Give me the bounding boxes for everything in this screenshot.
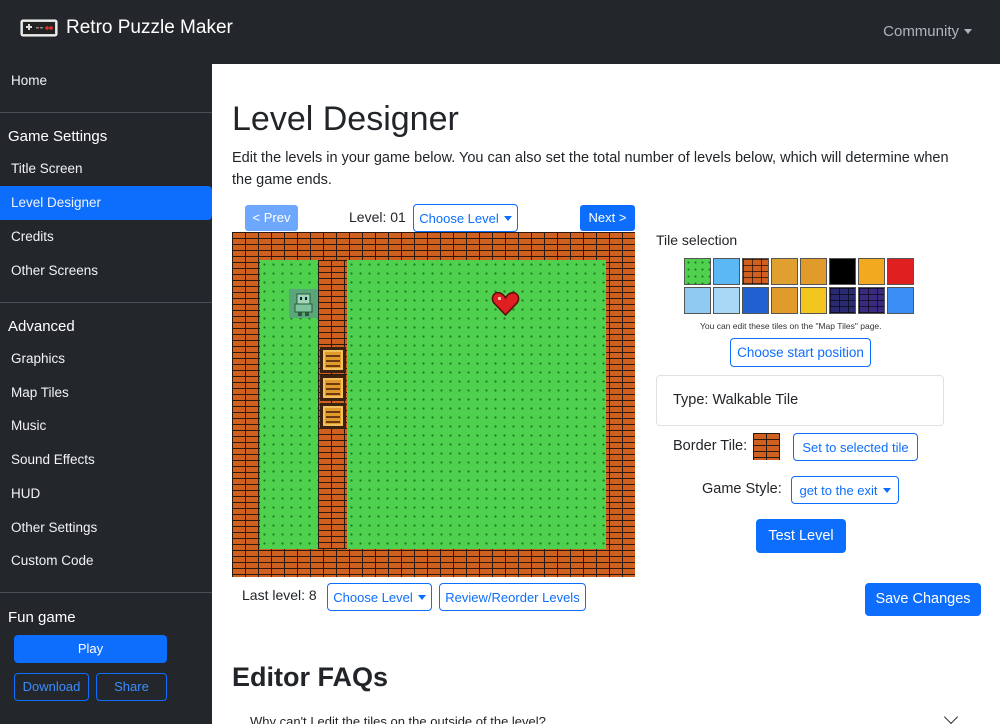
community-dropdown[interactable]: Community — [883, 23, 972, 40]
community-label: Community — [883, 23, 959, 40]
current-level-label: Level: 01 — [349, 209, 406, 225]
tile-selection-heading: Tile selection — [656, 232, 738, 248]
review-reorder-levels-button[interactable]: Review/Reorder Levels — [439, 583, 586, 611]
border-tile-label: Border Tile: — [673, 438, 748, 454]
water-tile[interactable] — [887, 287, 914, 314]
glass-tile[interactable] — [713, 287, 740, 314]
caret-down-icon — [503, 215, 512, 221]
ice-tile[interactable] — [713, 258, 740, 285]
sidebar-divider — [0, 302, 212, 303]
download-button[interactable]: Download — [14, 673, 89, 701]
grass-area-main[interactable] — [347, 260, 606, 549]
locked-crate-tile[interactable] — [771, 287, 798, 314]
sidebar-heading-advanced: Advanced — [8, 318, 75, 335]
sidebar-item-hud[interactable]: HUD — [0, 477, 212, 511]
page-title: Level Designer — [232, 100, 459, 138]
choose-level-dropdown[interactable]: Choose Level — [413, 204, 518, 232]
tile-type-label: Type: Walkable Tile — [673, 392, 799, 408]
sidebar-item-other-screens[interactable]: Other Screens — [0, 254, 212, 288]
heart-tile[interactable] — [887, 258, 914, 285]
caret-down-icon — [417, 594, 426, 600]
brand[interactable]: Retro Puzzle Maker — [20, 17, 233, 39]
next-level-button[interactable]: Next > — [580, 205, 635, 231]
sidebar-item-level-designer[interactable]: Level Designer — [0, 186, 212, 220]
tiles-edit-note: You can edit these tiles on the "Map Til… — [700, 321, 882, 331]
play-button[interactable]: Play — [14, 635, 167, 663]
crate-tile[interactable] — [320, 403, 346, 429]
test-level-button[interactable]: Test Level — [756, 519, 846, 553]
set-selected-tile-button[interactable]: Set to selected tile — [793, 433, 918, 461]
choose-start-position-button[interactable]: Choose start position — [730, 338, 871, 367]
last-level-dropdown[interactable]: Choose Level — [327, 583, 432, 611]
sidebar-heading-fun-game: Fun game — [8, 609, 76, 626]
sidebar-item-home[interactable]: Home — [0, 64, 212, 98]
game-style-value: get to the exit — [799, 482, 878, 498]
chevron-down-icon[interactable] — [943, 709, 959, 724]
sidebar-item-map-tiles[interactable]: Map Tiles — [0, 376, 212, 410]
sidebar-item-music[interactable]: Music — [0, 409, 212, 443]
purple-brick-tile[interactable] — [858, 287, 885, 314]
sidebar: Home Game Settings Title Screen Level De… — [0, 64, 212, 724]
app-title: Retro Puzzle Maker — [66, 17, 233, 38]
level-grid[interactable] — [232, 232, 635, 577]
sidebar-divider — [0, 592, 212, 593]
void-tile[interactable] — [829, 258, 856, 285]
sidebar-heading-game-settings: Game Settings — [8, 128, 108, 145]
grass-tile[interactable] — [684, 258, 711, 285]
sidebar-divider — [0, 112, 212, 113]
brick-tile[interactable] — [742, 258, 769, 285]
gamepad-icon — [20, 17, 58, 39]
caret-down-icon — [964, 29, 972, 34]
spike-block-tile[interactable] — [771, 258, 798, 285]
player-start-icon[interactable] — [289, 289, 318, 318]
dark-brick-tile[interactable] — [829, 287, 856, 314]
sidebar-item-credits[interactable]: Credits — [0, 220, 212, 254]
sidebar-item-custom-code[interactable]: Custom Code — [0, 544, 212, 578]
blue-pedestal-tile[interactable] — [742, 287, 769, 314]
tile-type-box: Type: Walkable Tile — [656, 375, 944, 426]
sidebar-item-other-settings[interactable]: Other Settings — [0, 511, 212, 545]
save-changes-button[interactable]: Save Changes — [865, 583, 981, 616]
choose-level-label: Choose Level — [419, 210, 499, 226]
caret-down-icon — [882, 487, 891, 493]
key-tile[interactable] — [800, 287, 827, 314]
coin-tile[interactable] — [858, 258, 885, 285]
game-style-label: Game Style: — [702, 481, 782, 497]
sidebar-item-title-screen[interactable]: Title Screen — [0, 152, 212, 186]
share-button[interactable]: Share — [96, 673, 167, 701]
sidebar-item-graphics[interactable]: Graphics — [0, 342, 212, 376]
crate-tile[interactable] — [800, 258, 827, 285]
faq-question[interactable]: Why can't I edit the tiles on the outsid… — [250, 714, 546, 724]
intro-text: Edit the levels in your game below. You … — [232, 150, 949, 188]
prev-level-button[interactable]: < Prev — [245, 205, 298, 231]
game-style-dropdown[interactable]: get to the exit — [791, 476, 899, 504]
crate-tile[interactable] — [320, 347, 346, 373]
top-navbar: Retro Puzzle Maker Community — [0, 0, 1000, 64]
border-tile-preview — [753, 433, 780, 460]
heart-exit-icon[interactable] — [491, 290, 520, 318]
faq-heading: Editor FAQs — [232, 662, 389, 692]
dotted-ice-tile[interactable] — [684, 287, 711, 314]
last-level-dropdown-label: Choose Level — [333, 589, 413, 605]
last-level-label: Last level: 8 — [242, 587, 317, 603]
sidebar-item-sound-effects[interactable]: Sound Effects — [0, 443, 212, 477]
crate-tile[interactable] — [320, 375, 346, 401]
